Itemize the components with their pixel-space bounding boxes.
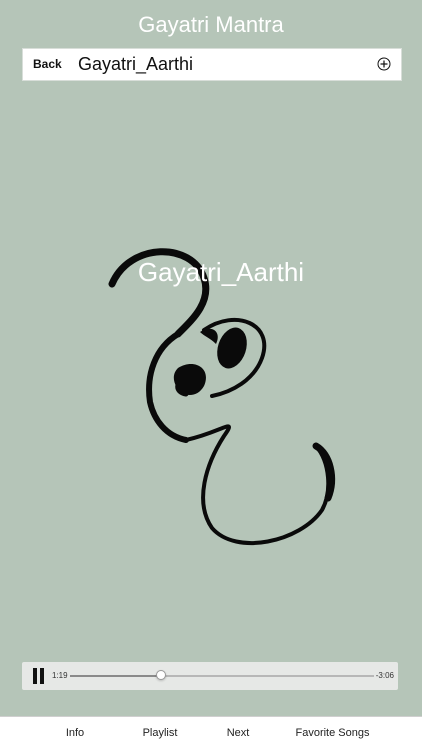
- artwork-title-overlay: Gayatri_Aarthi: [137, 257, 305, 287]
- tab-info[interactable]: Info: [45, 717, 105, 750]
- tab-next[interactable]: Next: [208, 717, 268, 750]
- add-circle-icon[interactable]: [377, 57, 391, 71]
- pause-icon: [33, 668, 37, 684]
- tab-playlist[interactable]: Playlist: [130, 717, 190, 750]
- player-controls: 1:19 -3:06: [22, 662, 398, 690]
- pause-icon: [40, 668, 44, 684]
- progress-fill: [70, 675, 162, 677]
- pause-button[interactable]: [33, 668, 45, 684]
- elapsed-time: 1:19: [52, 671, 68, 680]
- remaining-time: -3:06: [375, 671, 394, 680]
- progress-slider[interactable]: [70, 670, 374, 680]
- back-button[interactable]: Back: [33, 49, 62, 80]
- app-title: Gayatri Mantra: [138, 12, 284, 37]
- tab-bar: Info Playlist Next Favorite Songs: [0, 716, 422, 750]
- track-title: Gayatri_Aarthi: [78, 54, 194, 74]
- tab-favorite-songs[interactable]: Favorite Songs: [290, 717, 375, 750]
- track-header: Back Gayatri_Aarthi: [22, 48, 402, 81]
- progress-thumb[interactable]: [156, 670, 167, 680]
